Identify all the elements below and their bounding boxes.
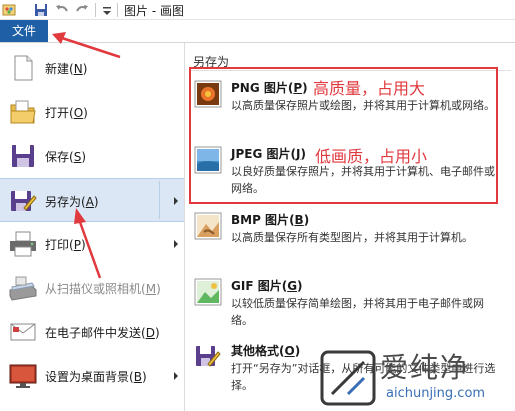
menu-item-set-desktop-background[interactable]: 设置为桌面背景(B) [0,354,184,398]
item-description: 以较低质量保存简单绘图，并将其用于电子邮件或网络。 [231,297,484,327]
chevron-right-icon[interactable] [171,194,181,208]
desktop-background-icon [8,361,38,391]
menu-item-print[interactable]: 打印(P) [0,222,184,266]
menu-item-open[interactable]: 打开(O) [0,90,184,134]
gif-image-icon [194,278,222,306]
new-file-icon [8,53,38,83]
open-folder-icon [8,97,38,127]
item-name: GIF 图片(G) [231,279,303,293]
menu-item-save[interactable]: 保存(S) [0,134,184,178]
customize-dropdown-icon[interactable] [99,2,115,18]
menu-item-label: 从扫描仪或照相机(M) [45,282,161,296]
quick-access-separator [95,3,96,17]
save-as-gif[interactable]: GIF 图片(G) 以较低质量保存简单绘图，并将其用于电子邮件或网络。 [185,275,515,333]
title-separator [117,3,118,17]
watermark: 爱纯净 aichunjing.com [318,346,515,411]
menu-item-label: 在电子邮件中发送(D) [45,326,160,340]
chevron-right-icon[interactable] [171,369,181,383]
menu-item-label: 新建(N) [45,62,88,76]
menu-item-label: 打印(P) [45,238,86,252]
menu-item-label: 保存(S) [45,150,87,164]
menu-item-label: 设置为桌面背景(B) [45,370,147,384]
jpeg-annotation: 低画质，占用小 [315,147,428,166]
menu-item-label: 另存为(A) [45,195,99,209]
watermark-text-cn: 爱纯净 [380,351,471,384]
png-annotation: 高质量，占用大 [313,79,426,98]
save-icon[interactable] [33,2,49,18]
menu-item-label: 打开(O) [45,106,88,120]
paint-app-icon[interactable] [2,2,18,18]
menu-item-from-scanner: 从扫描仪或照相机(M) [0,266,184,310]
scanner-icon [8,273,38,303]
save-as-bmp[interactable]: BMP 图片(B) 以高质量保存所有类型图片，并将其用于计算机。 [185,209,515,267]
submenu-split-divider [159,181,160,219]
bmp-image-icon [194,212,222,240]
watermark-text-en: aichunjing.com [386,386,486,401]
item-description: 以高质量保存所有类型图片，并将其用于计算机。 [231,231,473,244]
save-icon [8,141,38,171]
redo-icon[interactable] [74,2,90,18]
title-bar: 图片 - 画图 [0,0,515,20]
item-name: BMP 图片(B) [231,213,310,227]
menu-item-send-email[interactable]: 在电子邮件中发送(D) [0,310,184,354]
menu-item-save-as[interactable]: 另存为(A) [0,178,184,222]
watermark-logo-icon [320,350,376,406]
menu-item-new[interactable]: 新建(N) [0,46,184,90]
save-as-icon [8,186,38,216]
email-icon [8,317,38,347]
chevron-right-icon[interactable] [171,237,181,251]
window-title: 图片 - 画图 [124,4,184,18]
undo-icon[interactable] [54,2,70,18]
file-menu-left-pane: 新建(N) 打开(O) 保存(S) 另存为(A) 打印(P) 从扫描仪或照相机(… [0,43,185,411]
item-name: 其他格式(O) [231,344,301,358]
file-tab[interactable]: 文件 [0,20,48,42]
other-formats-icon [194,343,222,371]
printer-icon [8,229,38,259]
